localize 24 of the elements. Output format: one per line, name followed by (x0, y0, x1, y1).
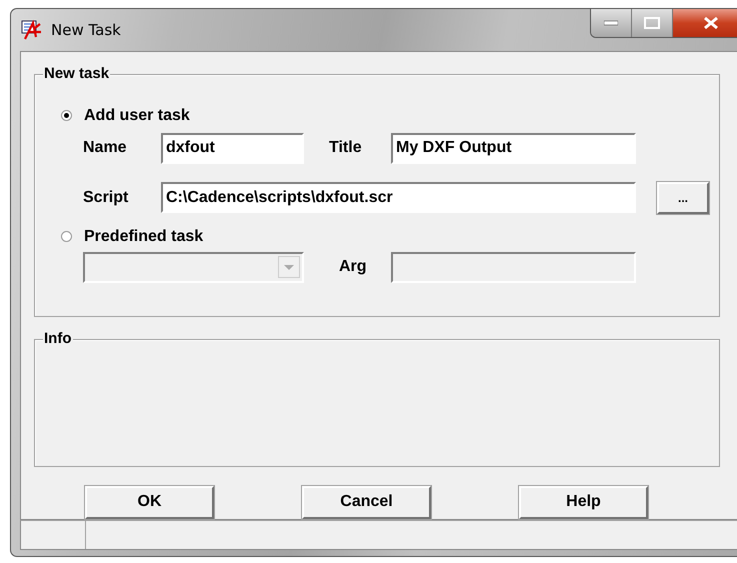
minimize-icon (604, 20, 618, 26)
script-field[interactable]: C:\Cadence\scripts\dxfout.scr (161, 182, 636, 214)
close-icon (702, 16, 720, 30)
maximize-icon (644, 17, 660, 29)
field-label: Name (83, 139, 128, 158)
caret-icon (278, 256, 300, 278)
field-label: Arg (339, 258, 368, 276)
radio-button[interactable] (61, 110, 72, 122)
dialog-button[interactable]: Help (519, 486, 648, 519)
dialog-button[interactable]: OK (85, 486, 214, 519)
radio-button[interactable] (61, 231, 72, 242)
field-label: Title (329, 139, 363, 158)
field-label: Script (83, 188, 130, 207)
app-icon (21, 20, 43, 40)
window-title: New Task (51, 20, 121, 39)
browse-button[interactable]: ... (657, 182, 709, 214)
dialog-button[interactable]: Cancel (302, 486, 431, 519)
radio-label: Predefined task (84, 228, 204, 246)
close-button[interactable] (673, 9, 737, 37)
maximize-button[interactable] (632, 9, 673, 37)
name-field[interactable]: dxfout (161, 132, 304, 164)
minimize-button[interactable] (591, 9, 632, 37)
title-field[interactable]: My DXF Output (391, 132, 636, 164)
radio-label: Add user task (84, 106, 190, 125)
